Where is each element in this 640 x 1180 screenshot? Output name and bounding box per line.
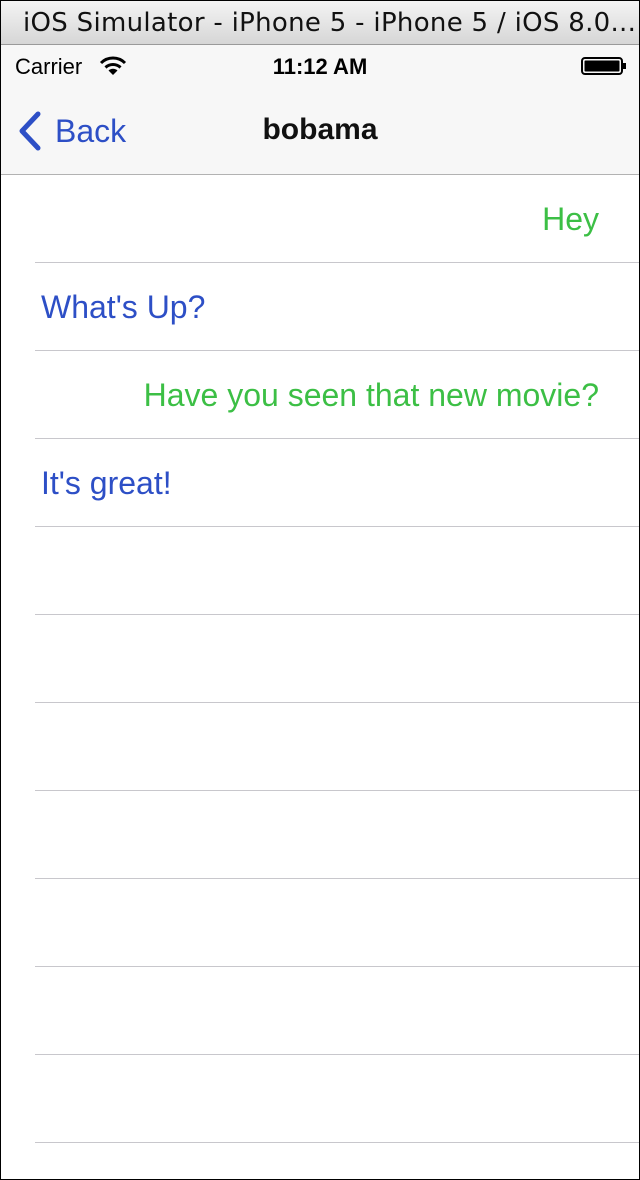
simulator-window: iOS Simulator - iPhone 5 - iPhone 5 / iO… [0, 0, 640, 1180]
message-row[interactable]: Hey [35, 175, 639, 263]
message-row[interactable]: Have you seen that new movie? [35, 351, 639, 439]
navigation-bar: Back bobama [1, 87, 639, 175]
incoming-message: What's Up? [41, 289, 206, 325]
empty-row[interactable] [35, 967, 639, 1055]
empty-row[interactable] [35, 703, 639, 791]
outgoing-message: Hey [542, 201, 599, 237]
battery-icon [581, 57, 626, 75]
empty-row[interactable] [35, 791, 639, 879]
message-row[interactable]: What's Up? [35, 263, 639, 351]
status-bar: Carrier 11:12 AM [1, 45, 639, 87]
window-title: iOS Simulator - iPhone 5 - iPhone 5 / iO… [23, 8, 637, 38]
empty-row[interactable] [35, 1143, 639, 1179]
message-list[interactable]: Hey What's Up? Have you seen that new movi… [1, 175, 639, 1179]
outgoing-message: Have you seen that new movie? [143, 377, 599, 413]
empty-row[interactable] [35, 879, 639, 967]
window-titlebar[interactable]: iOS Simulator - iPhone 5 - iPhone 5 / iO… [1, 1, 639, 45]
empty-row[interactable] [35, 615, 639, 703]
incoming-message: It's great! [41, 465, 172, 501]
status-time: 11:12 AM [272, 54, 368, 79]
message-row[interactable]: It's great! [35, 439, 639, 527]
conversation-title: bobama [262, 113, 378, 146]
empty-row[interactable] [35, 527, 639, 615]
empty-row[interactable] [35, 1055, 639, 1143]
